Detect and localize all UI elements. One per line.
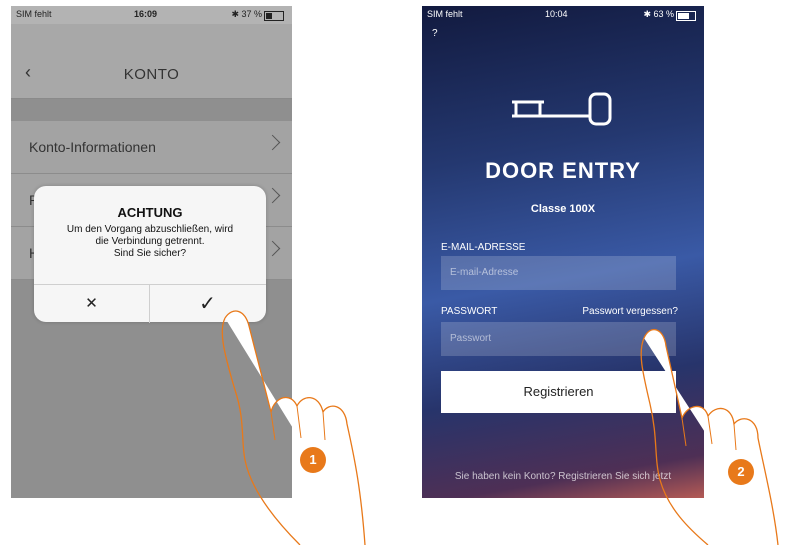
app-title: DOOR ENTRY (485, 158, 641, 183)
pointing-hand-icon (640, 328, 779, 545)
password-label: PASSWORT (441, 306, 498, 317)
forgot-password-link[interactable]: Passwort vergessen? (582, 306, 678, 317)
chevron-right-icon (264, 134, 281, 151)
carrier-label: SIM fehlt (16, 9, 52, 19)
email-label: E-MAIL-ADRESSE (441, 242, 526, 253)
carrier-label: SIM fehlt (427, 9, 463, 19)
key-logo-icon (512, 92, 612, 126)
step-badge-1: 1 (300, 447, 326, 473)
email-field[interactable]: E-mail-Adresse (441, 256, 676, 290)
app-subtitle: Classe 100X (530, 203, 596, 215)
dialog-title: ACHTUNG (117, 205, 183, 220)
pointing-hand-icon (221, 310, 366, 545)
status-bar: SIM fehlt 10:04 ✱ 63 % (422, 6, 704, 24)
list-item-label: Konto-Informationen (29, 139, 156, 155)
chevron-right-icon (264, 187, 281, 204)
clock: 16:09 (134, 9, 158, 19)
dialog-message-line: Um den Vorgang abzuschließen, wird (66, 224, 234, 235)
clock: 10:04 (545, 9, 568, 19)
password-placeholder: Passwort (450, 333, 492, 344)
dialog-message: Um den Vorgang abzuschließen, wird die V… (34, 224, 266, 260)
chevron-right-icon (264, 240, 281, 257)
email-placeholder: E-mail-Adresse (450, 267, 519, 278)
page-title: KONTO (123, 66, 180, 83)
dialog-message-line: die Verbindung getrennt. (95, 236, 205, 247)
help-icon[interactable]: ? (432, 28, 438, 39)
list-item-konto-informationen[interactable]: Konto-Informationen (11, 121, 292, 174)
cancel-button[interactable]: ✕ (34, 285, 150, 323)
battery-icon (676, 11, 696, 21)
battery-label: ✱ 63 % (643, 9, 674, 19)
battery-label: ✱ 37 % (231, 9, 262, 19)
dialog-message-line: Sind Sie sicher? (113, 248, 187, 259)
step-badge-2: 2 (728, 459, 754, 485)
status-bar: SIM fehlt 16:09 ✱ 37 % (11, 6, 292, 24)
nav-bar: ‹ KONTO (11, 24, 292, 99)
battery-icon (264, 11, 284, 21)
